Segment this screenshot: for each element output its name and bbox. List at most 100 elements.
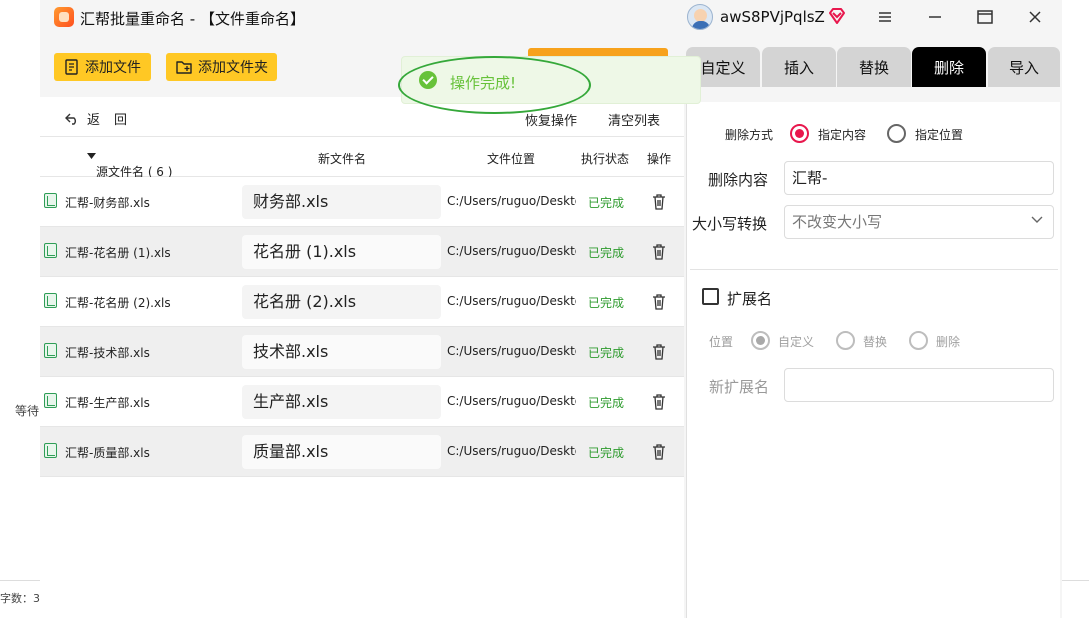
new-filename[interactable]: 生产部.xls <box>242 385 441 419</box>
toast-message: 操作完成! <box>450 74 517 92</box>
radio-specified-position[interactable] <box>887 124 906 143</box>
section-divider <box>690 269 1058 270</box>
tab-replace[interactable]: 替换 <box>837 47 911 87</box>
status-done: 已完成 <box>588 296 625 310</box>
excel-file-icon <box>44 243 57 258</box>
file-location: C:/Users/ruguo/Desktop <box>447 344 576 358</box>
background-divider <box>0 580 40 581</box>
file-location: C:/Users/ruguo/Desktop <box>447 294 576 308</box>
add-folder-icon <box>176 61 192 74</box>
undo-arrow-icon <box>65 113 76 125</box>
maximize-icon[interactable] <box>968 5 1002 29</box>
minimize-icon[interactable] <box>918 5 952 29</box>
success-toast: 操作完成! <box>401 56 701 104</box>
case-conversion-value: 不改变大小写 <box>792 213 883 231</box>
source-filename: 汇帮-花名册 (2).xls <box>65 296 171 310</box>
delete-content-label: 删除内容 <box>708 171 769 189</box>
position-label: 位置 <box>709 335 734 349</box>
file-location: C:/Users/ruguo/Desktop <box>447 194 576 208</box>
delete-settings-panel: 删除方式 指定内容 指定位置 删除内容 汇帮- 大小写转换 不改变大小写 扩展名… <box>686 102 1060 618</box>
source-filename: 汇帮-质量部.xls <box>65 446 150 460</box>
status-done: 已完成 <box>588 446 625 460</box>
username-label[interactable]: awS8PVjPqlsZ <box>720 8 825 26</box>
add-file-button[interactable]: 添加文件 <box>54 53 151 81</box>
tab-label: 插入 <box>783 58 814 77</box>
radio-specified-content-label[interactable]: 指定内容 <box>818 126 866 143</box>
excel-file-icon <box>44 393 57 408</box>
radio-ext-custom-label[interactable]: 自定义 <box>778 333 814 350</box>
radio-ext-delete-label[interactable]: 删除 <box>936 333 960 350</box>
back-button[interactable]: 返回 <box>65 109 141 128</box>
add-file-label: 添加文件 <box>85 60 141 76</box>
radio-ext-replace[interactable] <box>836 331 855 350</box>
add-folder-label: 添加文件夹 <box>198 60 268 76</box>
table-row[interactable]: 汇帮-质量部.xls 质量部.xls C:/Users/ruguo/Deskto… <box>40 427 684 477</box>
new-extension-input[interactable] <box>784 368 1054 402</box>
radio-ext-delete[interactable] <box>909 331 928 350</box>
vip-diamond-icon[interactable] <box>827 6 847 26</box>
new-filename[interactable]: 花名册 (1).xls <box>242 235 441 269</box>
check-circle-icon <box>419 71 437 89</box>
menu-icon[interactable] <box>868 5 902 29</box>
trash-icon[interactable] <box>651 243 667 261</box>
status-done: 已完成 <box>588 396 625 410</box>
tab-label: 导入 <box>1008 58 1039 77</box>
trash-icon[interactable] <box>651 443 667 461</box>
case-conversion-label: 大小写转换 <box>692 215 768 233</box>
excel-file-icon <box>44 293 57 308</box>
window-title: 汇帮批量重命名 - 【文件重命名】 <box>80 10 305 28</box>
status-done: 已完成 <box>588 246 625 260</box>
tab-import[interactable]: 导入 <box>988 47 1060 87</box>
trash-icon[interactable] <box>651 343 667 361</box>
radio-ext-custom[interactable] <box>751 331 770 350</box>
chevron-down-icon <box>1031 216 1043 223</box>
table-row[interactable]: 汇帮-技术部.xls 技术部.xls C:/Users/ruguo/Deskto… <box>40 327 684 377</box>
trash-icon[interactable] <box>651 293 667 311</box>
radio-specified-content[interactable] <box>790 124 809 143</box>
new-filename[interactable]: 质量部.xls <box>242 435 441 469</box>
tab-insert[interactable]: 插入 <box>762 47 836 87</box>
background-word-count: 字数：3 <box>0 592 40 605</box>
trash-icon[interactable] <box>651 193 667 211</box>
extension-checkbox[interactable] <box>702 288 719 305</box>
new-filename[interactable]: 花名册 (2).xls <box>242 285 441 319</box>
app-window: 汇帮批量重命名 - 【文件重命名】 awS8PVjPqlsZ 添加文件 添加文件… <box>40 0 1062 618</box>
header-action: 操作 <box>647 152 672 166</box>
excel-file-icon <box>44 193 57 208</box>
file-location: C:/Users/ruguo/Desktop <box>447 394 576 408</box>
add-folder-button[interactable]: 添加文件夹 <box>166 53 277 81</box>
table-row[interactable]: 汇帮-生产部.xls 生产部.xls C:/Users/ruguo/Deskto… <box>40 377 684 427</box>
table-row[interactable]: 汇帮-财务部.xls 财务部.xls C:/Users/ruguo/Deskto… <box>40 177 684 227</box>
delete-mode-label: 删除方式 <box>725 128 774 142</box>
delete-content-input[interactable]: 汇帮- <box>784 161 1054 195</box>
new-filename[interactable]: 财务部.xls <box>242 185 441 219</box>
add-file-icon <box>65 59 78 75</box>
radio-specified-position-label[interactable]: 指定位置 <box>915 126 963 143</box>
clear-list-button[interactable]: 清空列表 <box>608 110 660 129</box>
trash-icon[interactable] <box>651 393 667 411</box>
tab-label: 删除 <box>933 58 964 77</box>
header-location: 文件位置 <box>487 152 536 166</box>
table-row[interactable]: 汇帮-花名册 (2).xls 花名册 (2).xls C:/Users/rugu… <box>40 277 684 327</box>
tab-label: 替换 <box>858 58 889 77</box>
case-conversion-select[interactable]: 不改变大小写 <box>784 205 1054 239</box>
background-divider <box>1062 580 1089 581</box>
title-bar: 汇帮批量重命名 - 【文件重命名】 awS8PVjPqlsZ <box>40 0 1062 36</box>
file-location: C:/Users/ruguo/Desktop <box>447 244 576 258</box>
sort-down-icon <box>87 153 96 159</box>
radio-ext-replace-label[interactable]: 替换 <box>863 333 887 350</box>
source-filename: 汇帮-花名册 (1).xls <box>65 246 171 260</box>
user-avatar[interactable] <box>687 4 713 30</box>
extension-label[interactable]: 扩展名 <box>727 288 772 309</box>
tab-delete[interactable]: 删除 <box>912 47 986 87</box>
source-filename: 汇帮-财务部.xls <box>65 196 150 210</box>
app-logo-icon <box>54 7 74 27</box>
table-row[interactable]: 汇帮-花名册 (1).xls 花名册 (1).xls C:/Users/rugu… <box>40 227 684 277</box>
new-extension-label: 新扩展名 <box>709 378 770 396</box>
back-label: 返回 <box>87 113 142 128</box>
header-source[interactable]: 源文件名 ( 6 ) <box>87 150 172 179</box>
close-icon[interactable] <box>1018 5 1052 29</box>
new-filename[interactable]: 技术部.xls <box>242 335 441 369</box>
restore-button[interactable]: 恢复操作 <box>525 110 577 129</box>
excel-file-icon <box>44 343 57 358</box>
